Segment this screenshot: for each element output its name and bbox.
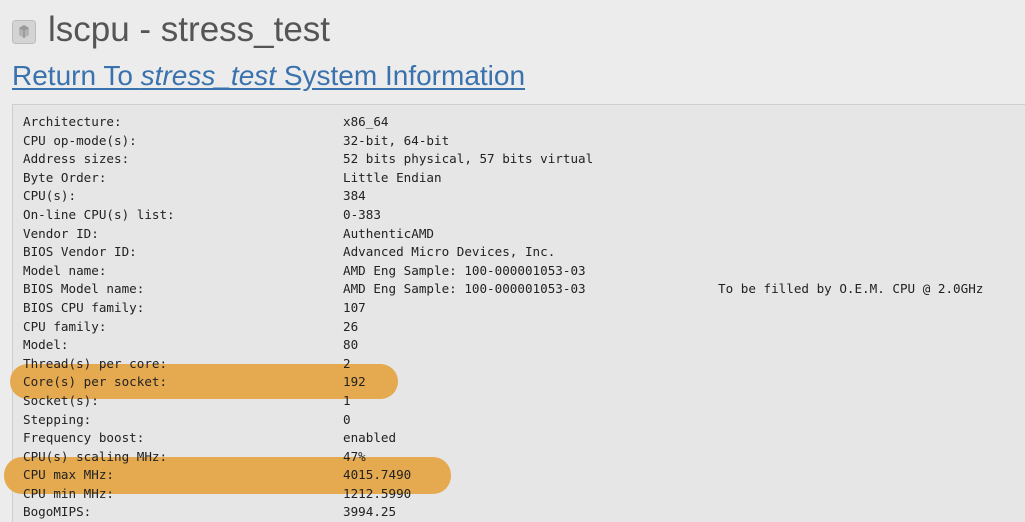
lscpu-row-label: CPU family: bbox=[23, 318, 107, 334]
lscpu-row-label: Model name: bbox=[23, 262, 107, 278]
lscpu-row-label: Thread(s) per core: bbox=[23, 355, 168, 371]
page-header: lscpu - stress_test bbox=[12, 8, 330, 52]
package-icon bbox=[12, 20, 36, 44]
page-title: lscpu - stress_test bbox=[48, 10, 331, 49]
lscpu-row-value: 1212.5990 bbox=[343, 485, 412, 501]
lscpu-row-label: Core(s) per socket: bbox=[23, 374, 168, 390]
lscpu-row-value: 32-bit, 64-bit bbox=[343, 132, 450, 148]
lscpu-row-label: CPU op-mode(s): bbox=[23, 132, 137, 148]
lscpu-row-label: CPU(s) scaling MHz: bbox=[23, 448, 168, 464]
lscpu-row-value: 1 bbox=[343, 392, 351, 408]
lscpu-row-value: 52 bits physical, 57 bits virtual bbox=[343, 151, 594, 167]
lscpu-row-value: 80 bbox=[343, 337, 359, 353]
return-link-suffix: System Information bbox=[276, 60, 526, 91]
lscpu-row-value: Advanced Micro Devices, Inc. bbox=[343, 244, 556, 260]
lscpu-row-value: 2 bbox=[343, 355, 351, 371]
return-link-system-name: stress_test bbox=[140, 60, 277, 91]
lscpu-row-value: 26 bbox=[343, 318, 359, 334]
lscpu-row-label: CPU(s): bbox=[23, 188, 77, 204]
lscpu-row-value: 384 bbox=[343, 188, 366, 204]
lscpu-row-value: 192 bbox=[343, 374, 366, 390]
lscpu-row-value: 107 bbox=[343, 299, 366, 315]
lscpu-row-value: 3994.25 bbox=[343, 504, 397, 520]
lscpu-row-value: 0 bbox=[343, 411, 351, 427]
lscpu-row-label: BIOS CPU family: bbox=[23, 299, 145, 315]
return-link-prefix: Return To bbox=[12, 60, 141, 91]
lscpu-row-value: AMD Eng Sample: 100-000001053-03 bbox=[343, 281, 586, 297]
lscpu-row-label: Model: bbox=[23, 337, 69, 353]
lscpu-row-label: Socket(s): bbox=[23, 392, 99, 408]
lscpu-row-value: 0-383 bbox=[343, 206, 381, 222]
lscpu-row-label: Address sizes: bbox=[23, 151, 130, 167]
lscpu-row-label: CPU min MHz: bbox=[23, 485, 114, 501]
lscpu-row-label: On-line CPU(s) list: bbox=[23, 206, 175, 222]
lscpu-row-label: Vendor ID: bbox=[23, 225, 99, 241]
lscpu-row-extra: To be filled by O.E.M. CPU @ 2.0GHz bbox=[718, 281, 984, 297]
lscpu-row-value: 47% bbox=[343, 448, 366, 464]
lscpu-row-value: enabled bbox=[343, 430, 397, 446]
lscpu-row-label: BIOS Vendor ID: bbox=[23, 244, 137, 260]
lscpu-row-value: x86_64 bbox=[343, 114, 389, 129]
lscpu-row-value: 4015.7490 bbox=[343, 467, 412, 483]
lscpu-row-label: CPU max MHz: bbox=[23, 467, 114, 483]
lscpu-row-value: AMD Eng Sample: 100-000001053-03 bbox=[343, 262, 586, 278]
return-to-system-information-link[interactable]: Return To stress_test System Information bbox=[12, 56, 525, 96]
lscpu-row-label: BogoMIPS: bbox=[23, 504, 92, 520]
lscpu-row-value: Little Endian bbox=[343, 169, 442, 185]
lscpu-row-label: Architecture: bbox=[23, 114, 122, 129]
lscpu-row-value: AuthenticAMD bbox=[343, 225, 434, 241]
lscpu-row-label: Stepping: bbox=[23, 411, 92, 427]
lscpu-row-label: BIOS Model name: bbox=[23, 281, 145, 297]
lscpu-row-label: Frequency boost: bbox=[23, 430, 145, 446]
lscpu-row-label: Byte Order: bbox=[23, 169, 107, 185]
